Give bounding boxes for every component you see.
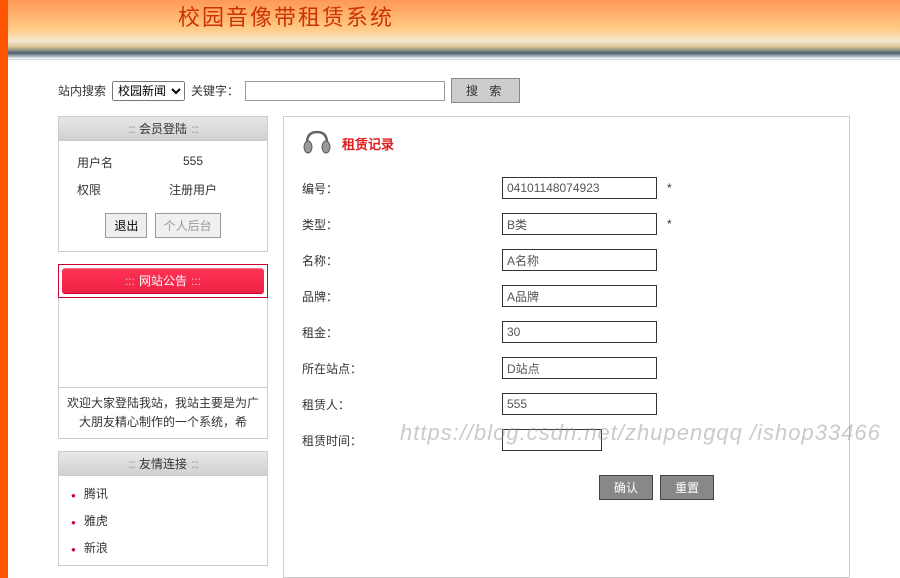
form-input[interactable] [502, 357, 657, 379]
form-input[interactable] [502, 249, 657, 271]
headset-icon [302, 129, 332, 157]
form-actions: 确认 重置 [302, 465, 831, 500]
login-row-username: 用户名 555 [67, 149, 259, 176]
notice-panel: 网站公告 [58, 264, 268, 298]
form-label: 租赁时间： [302, 432, 502, 449]
form-input[interactable] [502, 213, 657, 235]
notice-text: 欢迎大家登陆我站，我站主要是为广大朋友精心制作的一个系统，希 [58, 388, 268, 439]
profile-button[interactable]: 个人后台 [155, 213, 221, 238]
form-input[interactable] [502, 429, 602, 451]
content-title: 租赁记录 [342, 134, 394, 153]
form-label: 名称： [302, 252, 502, 269]
search-keyword-label: 关键字： [191, 82, 239, 99]
form-row: 编号： * [302, 177, 831, 199]
links-panel: 友情连接 腾讯 雅虎 新浪 [58, 451, 268, 566]
required-star: * [667, 217, 672, 231]
content-header: 租赁记录 [302, 129, 831, 157]
banner-title: 校园音像带租赁系统 [8, 0, 900, 32]
form-row: 类型： * [302, 213, 831, 235]
form-input[interactable] [502, 393, 657, 415]
login-value: 555 [137, 154, 249, 171]
form-row: 名称： [302, 249, 831, 271]
login-panel-header: 会员登陆 [59, 117, 267, 141]
form-input[interactable] [502, 177, 657, 199]
login-value: 注册用户 [137, 181, 249, 198]
link-item[interactable]: 腾讯 [59, 480, 267, 507]
logout-button[interactable]: 退出 [105, 213, 147, 238]
submit-button[interactable]: 确认 [599, 475, 653, 500]
login-label: 用户名 [77, 154, 137, 171]
form-row: 租赁时间： [302, 429, 831, 451]
login-label: 权限 [77, 181, 137, 198]
notice-body [58, 298, 268, 388]
reset-button[interactable]: 重置 [660, 475, 714, 500]
form-label: 租金： [302, 324, 502, 341]
link-item[interactable]: 新浪 [59, 534, 267, 561]
links-list: 腾讯 雅虎 新浪 [59, 476, 267, 565]
search-bar: 站内搜索 校园新闻 关键字： 搜 索 [8, 70, 900, 111]
required-star: * [667, 181, 672, 195]
search-category-select[interactable]: 校园新闻 [112, 81, 185, 101]
link-item[interactable]: 雅虎 [59, 507, 267, 534]
form-row: 所在站点： [302, 357, 831, 379]
form-row: 租赁人： [302, 393, 831, 415]
banner-header: 校园音像带租赁系统 [8, 0, 900, 60]
search-site-label: 站内搜索 [58, 82, 106, 99]
form-label: 租赁人： [302, 396, 502, 413]
form-input[interactable] [502, 285, 657, 307]
form-input[interactable] [502, 321, 657, 343]
notice-panel-header: 网站公告 [62, 268, 264, 294]
form-row: 品牌： [302, 285, 831, 307]
search-button[interactable]: 搜 索 [451, 78, 520, 103]
login-panel: 会员登陆 用户名 555 权限 注册用户 退出 个人后台 [58, 116, 268, 252]
main-content: 租赁记录 编号： * 类型： * 名称： 品牌： 租金： 所在站点： 租赁人： 租赁时间： 确认 … [283, 116, 850, 578]
form-label: 品牌： [302, 288, 502, 305]
form-label: 类型： [302, 216, 502, 233]
form-row: 租金： [302, 321, 831, 343]
links-panel-header: 友情连接 [59, 452, 267, 476]
login-row-role: 权限 注册用户 [67, 176, 259, 203]
search-input[interactable] [245, 81, 445, 101]
form-label: 所在站点： [302, 360, 502, 377]
sidebar: 会员登陆 用户名 555 权限 注册用户 退出 个人后台 [58, 116, 268, 578]
form-label: 编号： [302, 180, 502, 197]
